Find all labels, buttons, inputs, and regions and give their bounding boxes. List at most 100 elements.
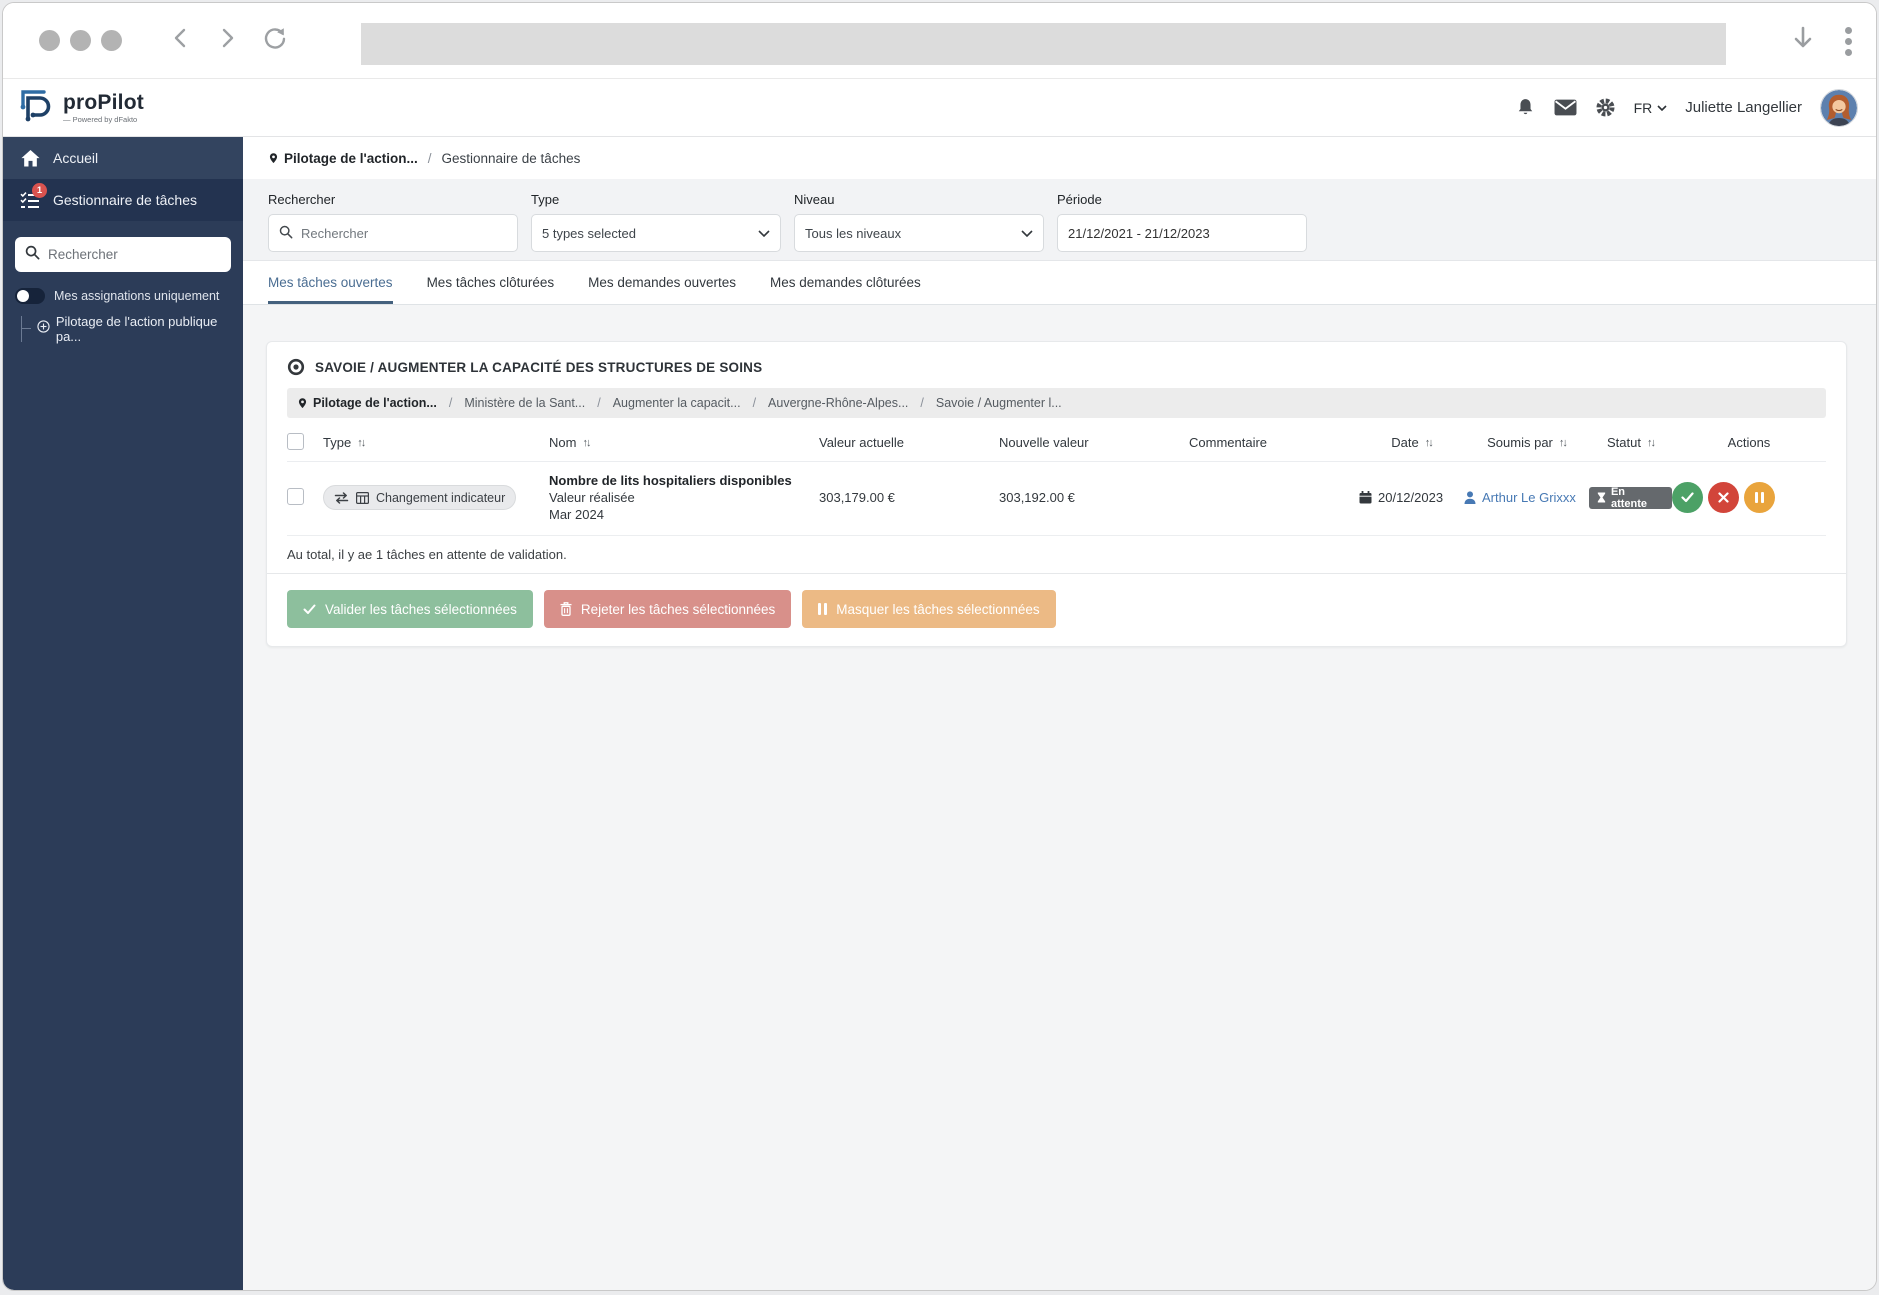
validate-selected-button[interactable]: Valider les tâches sélectionnées: [287, 590, 533, 628]
mask-label: Masquer les tâches sélectionnées: [836, 601, 1040, 617]
task-tabs: Mes tâches ouvertes Mes tâches clôturées…: [243, 261, 1876, 305]
sidebar-search: [15, 237, 231, 272]
sort-icon[interactable]: ↑↓: [1647, 437, 1656, 449]
col-date: Date: [1391, 435, 1419, 450]
app-logo[interactable]: proPilot — Powered by dFakto: [17, 86, 144, 129]
search-icon: [25, 245, 40, 265]
new-value: 303,192.00 €: [999, 490, 1075, 505]
table-grid-icon: [356, 491, 369, 504]
task-period: Mar 2024: [549, 507, 604, 522]
messages-envelope-icon[interactable]: [1554, 99, 1577, 116]
back-icon[interactable]: [170, 27, 192, 54]
window-control-dot[interactable]: [70, 30, 91, 51]
table-header: Type ↑↓ Nom ↑↓ Valeur actuelle Nouvelle va…: [287, 424, 1826, 462]
select-all-checkbox[interactable]: [287, 432, 304, 450]
assignments-toggle-row: Mes assignations uniquement: [15, 288, 231, 304]
sidebar-tree-item[interactable]: Pilotage de l'action publique pa...: [21, 314, 243, 344]
notifications-bell-icon[interactable]: [1515, 97, 1536, 118]
assignments-toggle-switch[interactable]: [15, 288, 45, 304]
submitter-link[interactable]: Arthur Le Grixxx: [1482, 490, 1576, 505]
validate-label: Valider les tâches sélectionnées: [325, 601, 517, 617]
level-filter-select[interactable]: Tous les niveaux: [794, 214, 1044, 252]
current-value: 303,179.00 €: [819, 490, 895, 505]
approve-button[interactable]: [1672, 482, 1703, 513]
language-selector[interactable]: FR: [1634, 100, 1668, 116]
user-avatar[interactable]: [1820, 88, 1858, 127]
pause-button[interactable]: [1744, 482, 1775, 513]
browser-window: proPilot — Powered by dFakto FR Juliette…: [2, 2, 1877, 1291]
submitter-cell[interactable]: Arthur Le Grixxx: [1464, 490, 1589, 505]
path-item[interactable]: Augmenter la capacit...: [613, 396, 741, 410]
path-item[interactable]: Savoie / Augmenter l...: [936, 396, 1062, 410]
tab-label: Mes tâches clôturées: [426, 274, 555, 290]
path-item[interactable]: Ministère de la Sant...: [464, 396, 585, 410]
language-code: FR: [1633, 99, 1653, 116]
path-item: Pilotage de l'action...: [313, 396, 437, 410]
task-subtitle: Valeur réalisée: [549, 490, 635, 505]
col-comment: Commentaire: [1189, 435, 1268, 450]
user-name[interactable]: Juliette Langellier: [1685, 99, 1802, 116]
task-name[interactable]: Nombre de lits hospitaliers disponibles: [549, 472, 819, 489]
sort-icon[interactable]: ↑↓: [357, 437, 366, 449]
tab-mes-demandes-ouvertes[interactable]: Mes demandes ouvertes: [588, 261, 736, 304]
main-area: Pilotage de l'action... / Gestionnaire d…: [243, 137, 1876, 1290]
target-icon: [287, 358, 305, 376]
card-breadcrumb-root[interactable]: Pilotage de l'action...: [297, 396, 437, 410]
col-current-value: Valeur actuelle: [819, 435, 905, 450]
date-value: 20/12/2023: [1378, 490, 1444, 505]
window-control-dot[interactable]: [101, 30, 122, 51]
tree-item-label: Pilotage de l'action publique pa...: [55, 314, 218, 344]
path-separator: /: [448, 396, 453, 410]
reload-icon[interactable]: [262, 25, 288, 56]
download-icon[interactable]: [1791, 26, 1815, 57]
sidebar-search-input[interactable]: [48, 247, 221, 262]
tab-mes-demandes-cloturees[interactable]: Mes demandes clôturées: [770, 261, 921, 304]
home-icon: [19, 149, 41, 167]
expand-plus-icon[interactable]: [37, 320, 50, 338]
period-filter-input[interactable]: [1068, 225, 1296, 241]
sort-icon[interactable]: ↑↓: [1425, 437, 1434, 449]
breadcrumb-root-label: Pilotage de l'action...: [284, 150, 418, 166]
url-bar[interactable]: [361, 23, 1726, 65]
forward-icon[interactable]: [216, 27, 238, 54]
sidebar: Accueil 1 Gestionnaire de tâches Mes ass…: [3, 137, 243, 1290]
tab-mes-taches-ouvertes[interactable]: Mes tâches ouvertes: [268, 261, 393, 304]
tab-mes-taches-cloturees[interactable]: Mes tâches clôturées: [427, 261, 555, 304]
col-type: Type: [323, 435, 352, 450]
task-group-card: SAVOIE / AUGMENTER LA CAPACITÉ DES STRUC…: [266, 341, 1847, 647]
row-checkbox[interactable]: [287, 487, 304, 505]
table-row: Changement indicateur Nombre de lits hos…: [287, 462, 1826, 536]
status-label: En attente: [1610, 485, 1648, 510]
task-count-badge: 1: [32, 183, 47, 198]
reject-selected-button[interactable]: Rejeter les tâches sélectionnées: [543, 590, 792, 628]
sidebar-item-accueil[interactable]: Accueil: [3, 137, 243, 179]
period-filter-label: Période: [1057, 192, 1102, 207]
tab-label: Mes demandes clôturées: [769, 274, 921, 290]
type-filter-select[interactable]: 5 types selected: [531, 214, 781, 252]
path-item[interactable]: Auvergne-Rhône-Alpes...: [768, 396, 908, 410]
type-badge: Changement indicateur: [323, 485, 517, 510]
pause-icon: [818, 603, 828, 615]
type-filter-value: 5 types selected: [542, 225, 636, 241]
task-list-icon: 1: [19, 183, 47, 209]
sidebar-item-label: Accueil: [53, 150, 99, 166]
search-filter: [268, 214, 518, 252]
app-header: proPilot — Powered by dFakto FR Juliette…: [3, 79, 1876, 137]
location-pin-icon: [298, 398, 307, 409]
content-area: SAVOIE / AUGMENTER LA CAPACITÉ DES STRUC…: [243, 305, 1876, 647]
summary-row: Au total, il y ae 1 tâches en attente de…: [267, 536, 1846, 574]
settings-gear-icon[interactable]: [1595, 97, 1616, 118]
app-name: proPilot: [63, 90, 144, 114]
browser-menu-icon[interactable]: [1845, 26, 1852, 56]
level-filter-value: Tous les niveaux: [805, 225, 902, 241]
sort-icon[interactable]: ↑↓: [1559, 437, 1568, 449]
search-filter-input[interactable]: [301, 225, 507, 241]
period-filter[interactable]: [1057, 214, 1307, 252]
window-control-dot[interactable]: [39, 30, 60, 51]
reject-button[interactable]: [1708, 482, 1739, 513]
breadcrumb-root[interactable]: Pilotage de l'action...: [268, 151, 418, 166]
mask-selected-button[interactable]: Masquer les tâches sélectionnées: [802, 590, 1056, 628]
sidebar-item-gestionnaire[interactable]: 1 Gestionnaire de tâches: [3, 179, 243, 221]
sort-icon[interactable]: ↑↓: [582, 437, 591, 449]
browser-chrome: [3, 3, 1876, 79]
